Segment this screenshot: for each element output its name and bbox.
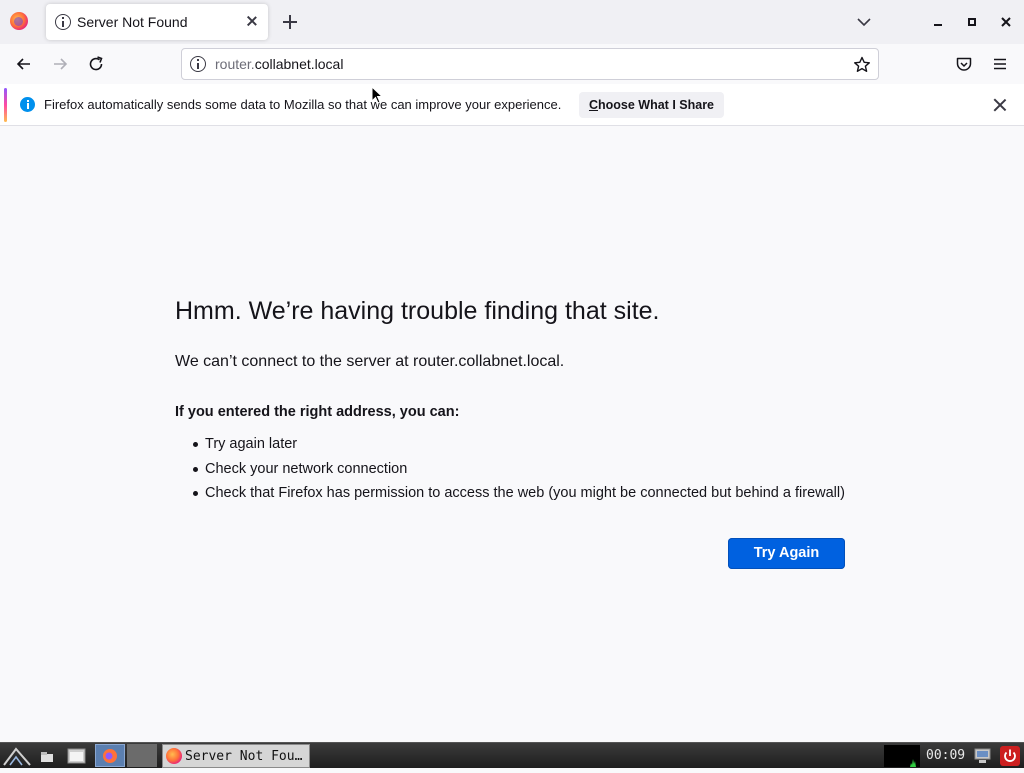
power-icon[interactable] [1000,746,1020,766]
error-title: Hmm. We’re having trouble finding that s… [175,297,660,325]
clock[interactable]: 00:09 [926,748,965,763]
maximize-window-button[interactable] [963,13,981,31]
info-icon [55,14,71,30]
error-description: We can’t connect to the server at router… [175,353,565,370]
suggestions-heading: If you entered the right address, you ca… [175,404,460,420]
site-info-icon[interactable] [190,56,206,72]
taskbar-window-firefox[interactable]: Server Not Fou… [162,744,310,768]
close-tab-icon[interactable] [244,13,260,29]
close-window-button[interactable] [997,13,1015,31]
taskbar-window-label: Server Not Fou… [185,749,303,764]
notification-accent-stripe [4,88,7,122]
close-notification-icon[interactable] [991,96,1009,114]
url-text[interactable]: router.collabnet.local [215,56,343,72]
cpu-monitor-graph [884,745,920,767]
navigation-toolbar: router.collabnet.local [0,44,1024,84]
address-bar[interactable]: router.collabnet.local [181,48,879,80]
forward-button[interactable] [50,54,70,74]
url-subdomain: router. [215,56,255,72]
network-status-icon[interactable] [973,746,993,766]
suggestions-list: Try again later Check your network conne… [193,435,845,509]
new-tab-button[interactable] [280,12,300,32]
try-again-button[interactable]: Try Again [728,538,845,569]
firefox-icon [166,748,182,764]
button-label: hoose What I Share [598,98,715,112]
firefox-launcher-icon[interactable] [95,744,125,767]
data-collection-notification: Firefox automatically sends some data to… [0,84,1024,126]
error-page: Hmm. We’re having trouble finding that s… [0,127,1024,742]
hamburger-menu-icon[interactable] [990,54,1010,74]
mouse-pointer-icon [371,85,384,104]
back-button[interactable] [14,54,34,74]
list-item: Check your network connection [193,460,845,485]
choose-what-i-share-button[interactable]: Choose What I Share [579,92,724,118]
reload-button[interactable] [86,54,106,74]
pocket-icon[interactable] [954,54,974,74]
list-item: Check that Firefox has permission to acc… [193,484,845,509]
tab-strip: Server Not Found [0,0,1024,44]
list-all-tabs-chevron-icon[interactable] [855,13,873,31]
workspace-switcher[interactable] [127,744,157,767]
bookmark-star-icon[interactable] [852,55,872,75]
system-taskbar: Server Not Fou… 00:09 [0,742,1024,768]
notification-text: Firefox automatically sends some data to… [44,97,562,112]
start-menu-icon[interactable] [2,745,32,767]
tab-title: Server Not Found [77,14,188,30]
list-item: Try again later [193,435,845,460]
button-access-key: C [588,98,599,112]
file-manager-icon[interactable] [66,746,88,766]
tab-server-not-found[interactable]: Server Not Found [46,4,268,40]
firefox-logo-icon[interactable] [10,12,28,30]
url-domain: collabnet.local [254,56,344,72]
minimize-window-button[interactable] [929,13,947,31]
show-desktop-icon[interactable] [38,746,60,766]
info-icon [20,97,35,112]
